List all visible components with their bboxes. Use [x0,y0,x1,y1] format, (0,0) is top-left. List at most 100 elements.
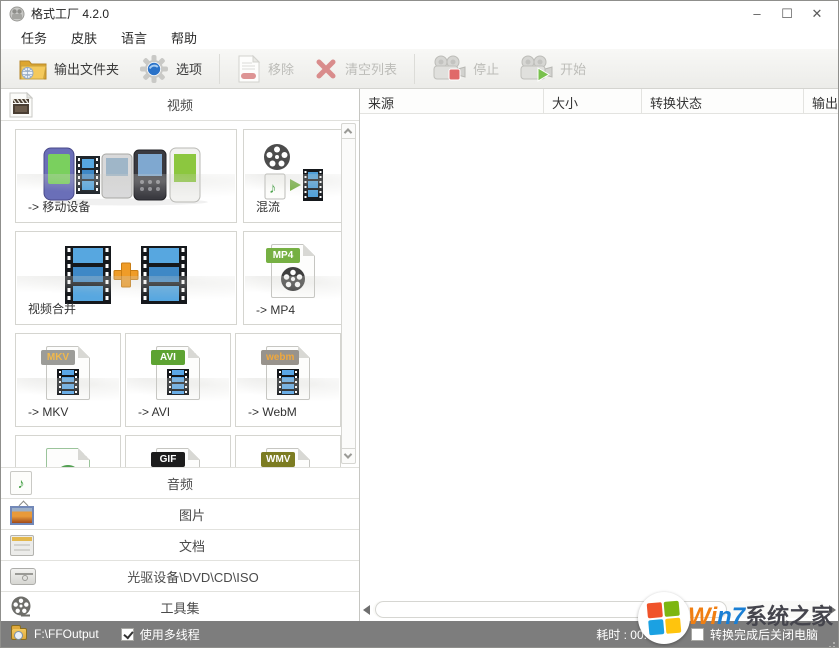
mov-file-icon [46,448,90,468]
section-document[interactable]: 文档 [1,530,359,561]
chevron-up-icon [344,128,352,136]
window-title: 格式工厂 4.2.0 [31,5,109,22]
film-reel-icon [10,596,32,618]
gear-icon [139,54,169,84]
watermark-brand-left: Wi [688,603,717,630]
audio-icon: ♪ [10,471,32,495]
tile-video-join[interactable]: 视频合并 [15,231,237,325]
clear-list-button[interactable]: 清空列表 [304,52,407,86]
column-output[interactable]: 输出 [804,89,838,113]
film-reel-icon [281,267,305,291]
folder-icon [19,58,47,80]
clear-x-icon [314,57,338,81]
start-label: 开始 [560,59,586,78]
toolbar: 输出文件夹 选项 [1,49,838,89]
toolset-section-label: 工具集 [1,598,359,617]
tile-label: -> 移动设备 [28,198,90,215]
close-button[interactable]: ✕ [802,3,832,25]
svg-text:♪: ♪ [269,180,277,197]
scroll-down-button[interactable] [342,448,355,463]
toolbar-separator [414,54,415,84]
video-format-tiles: -> 移动设备 ♪ [1,121,359,468]
avi-badge: AVI [151,350,185,365]
gif-file-icon: GIF [156,448,200,468]
task-table-header: 来源 大小 转换状态 输出 [360,89,838,114]
menu-tasks[interactable]: 任务 [9,26,59,49]
document-icon [10,535,34,556]
tile-to-gif[interactable]: GIF [125,435,231,468]
film-strip-icon [57,369,79,395]
tile-to-webm[interactable]: webm -> WebM [235,333,341,427]
title-bar: 格式工厂 4.2.0 – ☐ ✕ [1,1,838,26]
clear-list-label: 清空列表 [345,59,397,78]
tile-label: 视频合并 [28,300,76,317]
section-optical-disc[interactable]: 光驱设备\DVD\CD\ISO [1,561,359,592]
tile-label: 混流 [256,198,280,215]
tile-to-wmv[interactable]: WMV [235,435,341,468]
output-path-folder-icon[interactable] [11,628,27,640]
section-video[interactable]: 视频 [1,89,359,121]
picture-section-label: 图片 [25,505,359,524]
stop-button[interactable]: 停止 [422,52,509,86]
tile-to-mp4[interactable]: MP4 -> MP4 [243,231,343,325]
menu-language[interactable]: 语言 [109,26,159,49]
remove-icon [237,55,261,83]
mobile-devices-icon [40,142,212,206]
menu-skins[interactable]: 皮肤 [59,26,109,49]
mux-icon: ♪ [260,142,326,202]
output-path[interactable]: F:\FFOutput [34,627,99,641]
file-list-area[interactable] [360,114,838,601]
column-status[interactable]: 转换状态 [642,89,804,113]
output-folder-label: 输出文件夹 [54,59,119,78]
minimize-button[interactable]: – [742,3,772,25]
webm-badge: webm [261,350,299,365]
stop-label: 停止 [473,59,499,78]
section-picture[interactable]: 图片 [1,499,359,530]
video-join-icon [63,244,189,306]
film-strip-icon [167,369,189,395]
film-strip-icon [277,369,299,395]
maximize-button[interactable]: ☐ [772,3,802,25]
mkv-file-icon: MKV [46,346,90,400]
options-label: 选项 [176,59,202,78]
column-source[interactable]: 来源 [360,89,544,113]
tile-mobile-devices[interactable]: -> 移动设备 [15,129,237,223]
clapperboard-icon [9,92,33,118]
options-button[interactable]: 选项 [129,52,212,86]
task-list-panel: 来源 大小 转换状态 输出 [360,89,838,623]
multithread-label[interactable]: 使用多线程 [140,626,200,643]
win7-watermark: Win7系统之家 [638,587,838,647]
watermark-brand-right: n7 [717,603,745,630]
scroll-up-button[interactable] [342,124,355,139]
tiles-vertical-scrollbar[interactable] [341,123,356,464]
chevron-down-icon [344,450,352,458]
wmv-badge: WMV [261,452,295,467]
wmv-file-icon: WMV [266,448,310,468]
tile-to-mkv[interactable]: MKV -> MKV [15,333,121,427]
tile-mux[interactable]: ♪ 混流 [243,129,343,223]
start-button[interactable]: 开始 [509,52,596,86]
tile-to-avi[interactable]: AVI -> AVI [125,333,231,427]
remove-label: 移除 [268,59,294,78]
multithread-checkbox[interactable] [121,628,134,641]
menu-help[interactable]: 帮助 [159,26,209,49]
section-audio[interactable]: ♪ 音频 [1,468,359,499]
webm-file-icon: webm [266,346,310,400]
document-section-label: 文档 [25,536,359,555]
menu-bar: 任务 皮肤 语言 帮助 [1,26,838,49]
watermark-text: Win7系统之家 [688,599,833,631]
output-folder-button[interactable]: 输出文件夹 [9,52,129,86]
stop-camera-icon [432,55,466,82]
optical-section-label: 光驱设备\DVD\CD\ISO [27,567,359,586]
tile-label: -> AVI [138,405,170,419]
optical-drive-icon [10,568,36,585]
tile-label: -> MKV [28,405,68,419]
tile-to-mov[interactable] [15,435,121,468]
windows-flag-icon [638,592,690,644]
remove-button[interactable]: 移除 [227,52,304,86]
app-window: 格式工厂 4.2.0 – ☐ ✕ 任务 皮肤 语言 帮助 输出文件夹 [0,0,839,648]
scroll-left-icon[interactable] [363,605,370,615]
avi-file-icon: AVI [156,346,200,400]
column-size[interactable]: 大小 [544,89,642,113]
section-toolset[interactable]: 工具集 [1,592,359,623]
